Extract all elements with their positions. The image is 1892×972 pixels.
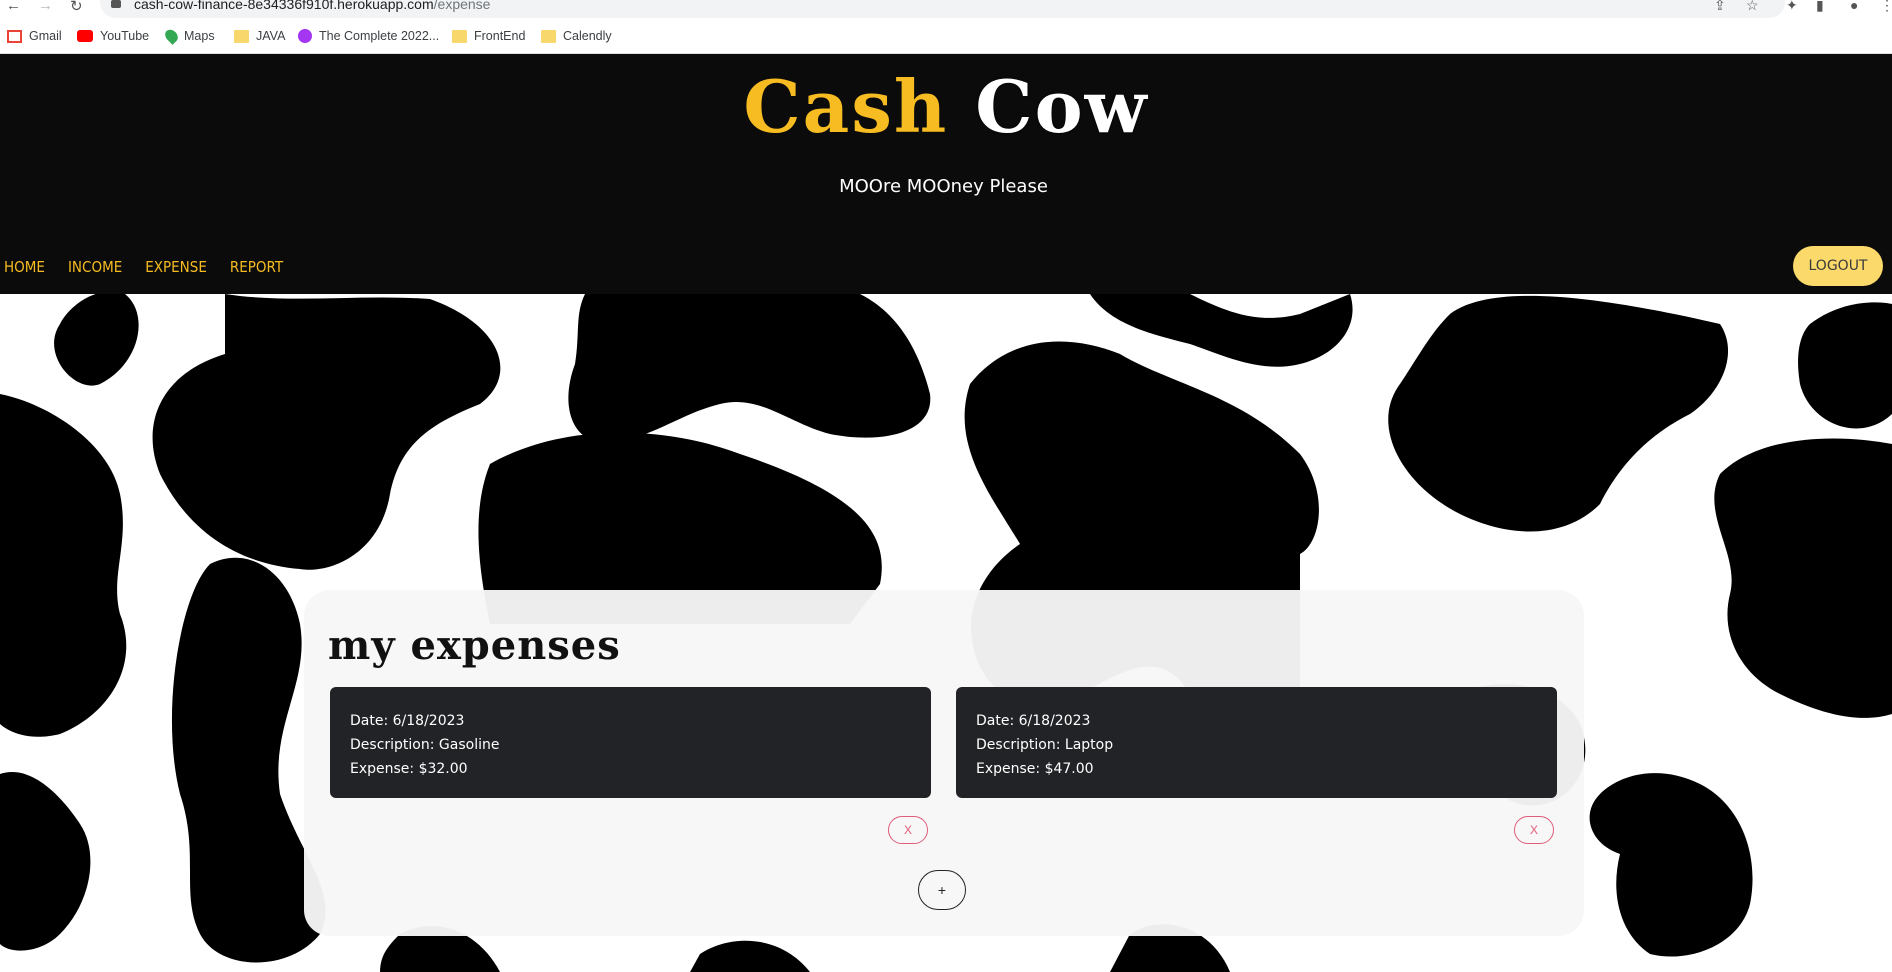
star-icon[interactable]: ☆ (1746, 0, 1759, 14)
bookmark-label: YouTube (100, 29, 150, 43)
bookmark-complete-2022[interactable]: The Complete 2022... (298, 27, 439, 45)
bookmark-gmail[interactable]: Gmail (7, 27, 62, 45)
menu-icon[interactable]: ⋮ (1880, 0, 1892, 14)
lock-icon (111, 0, 121, 8)
expense-description: Description: Gasoline (350, 737, 500, 753)
bookmark-maps[interactable]: Maps (162, 27, 215, 45)
browser-address-bar: ← → ↻ cash-cow-finance-8e34336f910f.hero… (0, 0, 1892, 18)
bookmark-label: Calendly (563, 29, 612, 43)
bookmark-youtube[interactable]: YouTube (77, 27, 149, 45)
nav-home[interactable]: HOME (4, 258, 45, 276)
bookmark-label: Maps (184, 29, 215, 43)
url-text[interactable]: cash-cow-finance-8e34336f910f.herokuapp.… (134, 0, 490, 12)
expense-card: Date: 6/18/2023 Description: Gasoline Ex… (330, 687, 931, 798)
nav-income[interactable]: INCOME (68, 258, 122, 276)
expense-card: Date: 6/18/2023 Description: Laptop Expe… (956, 687, 1557, 798)
expense-amount: Expense: $47.00 (976, 761, 1094, 777)
nav-expense[interactable]: EXPENSE (145, 258, 207, 276)
bookmark-frontend[interactable]: FrontEnd (452, 27, 525, 45)
expense-date: Date: 6/18/2023 (350, 713, 465, 729)
reload-icon[interactable]: ↻ (70, 0, 83, 15)
folder-icon (234, 29, 249, 43)
profile-icon[interactable]: ● (1850, 0, 1858, 13)
bookmark-label: FrontEnd (474, 29, 526, 43)
folder-icon (541, 29, 556, 43)
bookmark-label: Gmail (29, 29, 62, 43)
bookmark-label: The Complete 2022... (319, 29, 440, 43)
logout-button[interactable]: LOGOUT (1793, 246, 1883, 286)
expense-date: Date: 6/18/2023 (976, 713, 1091, 729)
nav-report[interactable]: REPORT (230, 258, 283, 276)
site-logo[interactable]: Cash Cow (0, 64, 1892, 149)
expense-description: Description: Laptop (976, 737, 1114, 753)
youtube-icon (77, 30, 93, 42)
back-arrow-icon[interactable]: ← (6, 0, 21, 14)
logo-cash: Cash (743, 64, 949, 149)
bookmark-calendly[interactable]: Calendly (541, 27, 612, 45)
page-title: my expenses (328, 622, 621, 669)
forward-arrow-icon[interactable]: → (38, 0, 53, 14)
expense-amount: Expense: $32.00 (350, 761, 468, 777)
maps-icon (162, 27, 181, 45)
bookmark-label: JAVA (256, 29, 286, 43)
bookmark-java[interactable]: JAVA (234, 27, 285, 45)
extensions-icon[interactable]: ✦ (1786, 0, 1798, 14)
delete-expense-button[interactable]: X (888, 816, 928, 844)
delete-expense-button[interactable]: X (1514, 816, 1554, 844)
tagline: MOOre MOOney Please (839, 176, 1048, 197)
share-icon[interactable]: ⇪ (1714, 0, 1726, 14)
gmail-icon (7, 29, 22, 43)
folder-icon (452, 29, 467, 43)
main-nav: HOME INCOME EXPENSE REPORT (4, 258, 283, 276)
side-panel-icon[interactable]: ▮ (1816, 0, 1824, 14)
bookmarks-bar: Gmail YouTube Maps JAVA The Complete 202… (0, 18, 1892, 54)
course-icon (298, 29, 312, 43)
expenses-panel: my expenses Date: 6/18/2023 Description:… (304, 590, 1584, 936)
add-expense-button[interactable]: + (918, 870, 966, 910)
logo-cow: Cow (975, 64, 1149, 149)
app-header: Cash Cow MOOre MOOney Please HOME INCOME… (0, 54, 1892, 294)
